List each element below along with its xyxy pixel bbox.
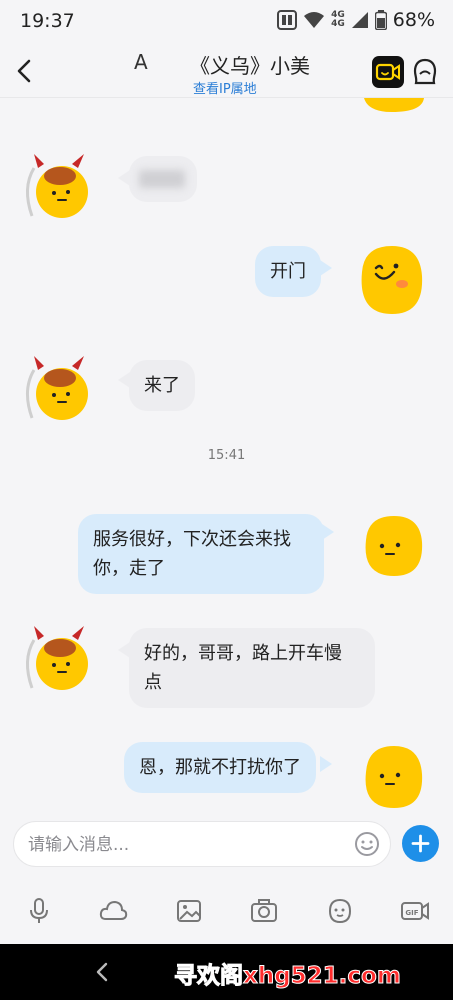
message-input[interactable] (28, 832, 348, 858)
status-time: 19:37 (20, 10, 75, 32)
avatar-contact[interactable] (20, 620, 92, 692)
back-arrow-icon[interactable] (12, 56, 38, 86)
gif-icon[interactable]: GIF (400, 896, 430, 926)
nav-back-icon[interactable] (92, 960, 112, 984)
avatar-contact[interactable] (20, 148, 92, 220)
battery-percent: 68% (392, 9, 435, 31)
avatar-self[interactable] (360, 512, 428, 580)
message-bubble[interactable]: 开门 (255, 246, 321, 297)
add-button[interactable] (402, 825, 439, 862)
nfc-icon (277, 10, 298, 30)
avatar-self[interactable] (354, 242, 430, 318)
composer-toolbar: GIF (0, 886, 453, 934)
chat-screen: 19:37 4G 4G 68% A 《义乌》小美 查看IP属地 开门 来了 15… (0, 0, 453, 1000)
wifi-icon (304, 12, 325, 28)
message-bubble-blurred[interactable] (129, 156, 197, 202)
message-bubble[interactable]: 来了 (129, 360, 195, 411)
cloud-icon[interactable] (98, 896, 128, 926)
message-bubble[interactable]: 好的，哥哥，路上开车慢 点 (129, 628, 375, 708)
chat-header: A 《义乌》小美 查看IP属地 (0, 44, 453, 98)
mic-icon[interactable] (24, 896, 54, 926)
system-nav-bar: 寻欢阁xhg521.com (0, 944, 453, 1000)
message-timestamp: 15:41 (207, 448, 246, 463)
bubble-tail (320, 756, 332, 772)
message-input-box[interactable] (13, 821, 391, 867)
chat-title[interactable]: 《义乌》小美 (190, 50, 310, 79)
plus-icon (411, 834, 430, 853)
camera-icon[interactable] (249, 896, 279, 926)
status-bar: 19:37 4G 4G 68% (0, 0, 453, 44)
profile-icon[interactable] (410, 56, 440, 88)
avatar-self[interactable] (360, 744, 428, 808)
image-icon[interactable] (174, 896, 204, 926)
svg-text:GIF: GIF (405, 909, 418, 917)
network-label: 4G 4G (331, 10, 345, 29)
emoji-icon[interactable] (354, 831, 380, 857)
bubble-tail (320, 260, 332, 276)
watermark-text: 寻欢阁xhg521.com (174, 963, 402, 990)
signal-icon (351, 12, 368, 28)
chat-pre-title: A (134, 50, 148, 74)
bubble-tail (322, 524, 334, 540)
status-icons: 4G 4G 68% (277, 9, 435, 31)
avatar-contact[interactable] (20, 350, 92, 422)
video-call-button[interactable] (372, 56, 404, 88)
sticker-icon[interactable] (325, 896, 355, 926)
ip-location-link[interactable]: 查看IP属地 (193, 78, 257, 97)
message-bubble[interactable]: 恩，那就不打扰你了 (124, 742, 316, 793)
video-camera-icon (375, 63, 400, 81)
composer: GIF (0, 810, 453, 944)
avatar-self-partial[interactable] (362, 98, 426, 114)
battery-icon (374, 10, 387, 30)
message-bubble[interactable]: 服务很好，下次还会来找 你，走了 (78, 514, 324, 594)
